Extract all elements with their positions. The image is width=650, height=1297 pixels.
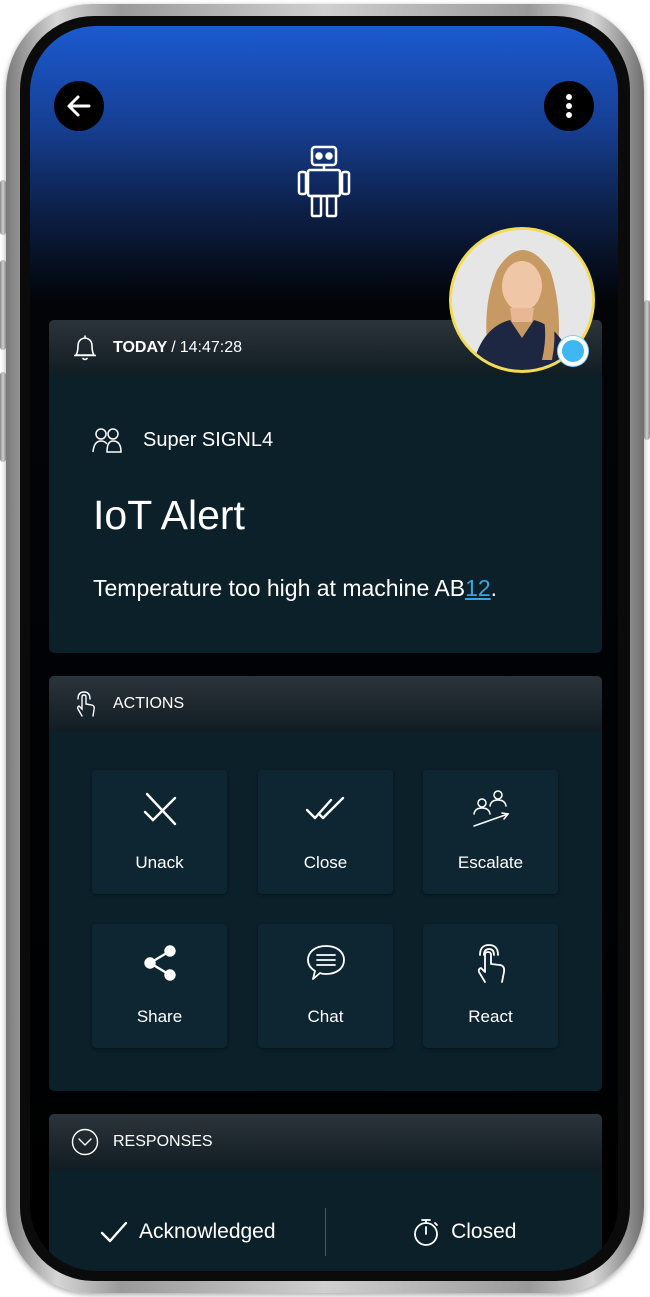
actions-title: ACTIONS [113,695,185,712]
closed-label: Closed [451,1220,517,1243]
arrow-left-icon [67,95,91,117]
response-acknowledged[interactable]: Acknowledged [49,1208,326,1256]
app-screen: TODAY / 14:47:28 Super SIGNL4 IoT Alert … [30,26,618,1271]
share-icon [144,945,176,981]
acknowledged-label: Acknowledged [138,1220,276,1243]
team-icon [92,428,122,453]
time-separator: / [171,339,176,356]
react-button[interactable]: React [423,924,558,1048]
close-label: Close [303,853,348,872]
share-button[interactable]: Share [92,924,227,1048]
response-closed[interactable]: Closed [326,1208,603,1256]
unack-button[interactable]: Unack [92,770,227,894]
alert-text-prefix: Temperature too high at machine AB [93,575,466,601]
unack-label: Unack [135,853,184,872]
close-button[interactable]: Close [258,770,393,894]
phone-side-button [0,372,6,462]
escalate-label: Escalate [457,853,524,872]
response-divider [325,1208,326,1256]
phone-side-button [0,180,6,235]
more-vertical-icon [566,94,572,118]
phone-side-button [0,260,6,350]
bell-icon [71,334,99,362]
alert-text-link[interactable]: 12 [465,575,491,601]
phone-side-button [644,300,650,440]
chat-label: Chat [307,1007,344,1026]
react-label: React [468,1007,513,1026]
alert-day: TODAY [113,339,168,356]
back-button[interactable] [54,81,104,131]
actions-card-header: ACTIONS [49,676,602,732]
status-indicator [558,336,588,366]
chat-button[interactable]: Chat [258,924,393,1048]
chevron-down-circle-icon[interactable] [71,1128,99,1156]
unack-icon [143,792,177,826]
share-label: Share [136,1007,183,1026]
alert-time: 14:47:28 [179,339,242,356]
double-check-icon [305,796,345,820]
more-menu-button[interactable] [544,81,594,131]
alert-title: IoT Alert [93,492,245,538]
escalate-icon [473,790,510,827]
actions-card: ACTIONS Unack Close Escalate Share Chat … [49,676,602,1091]
stopwatch-icon [414,1219,438,1246]
alert-text-suffix: . [490,575,498,601]
responses-title: RESPONSES [113,1133,213,1150]
escalate-button[interactable]: Escalate [423,770,558,894]
responses-card: RESPONSES Acknowledged Closed [49,1114,602,1271]
robot-icon [297,145,351,218]
team-row: Super SIGNL4 [91,424,273,456]
alert-description: Temperature too high at machine AB12. [93,575,497,602]
check-icon [100,1221,128,1243]
touch-icon [477,944,506,983]
chat-icon [307,945,345,980]
responses-card-header: RESPONSES [49,1114,602,1170]
team-name: Super SIGNL4 [143,428,274,451]
touch-icon [71,690,99,718]
responses-row: Acknowledged Closed [49,1208,602,1256]
